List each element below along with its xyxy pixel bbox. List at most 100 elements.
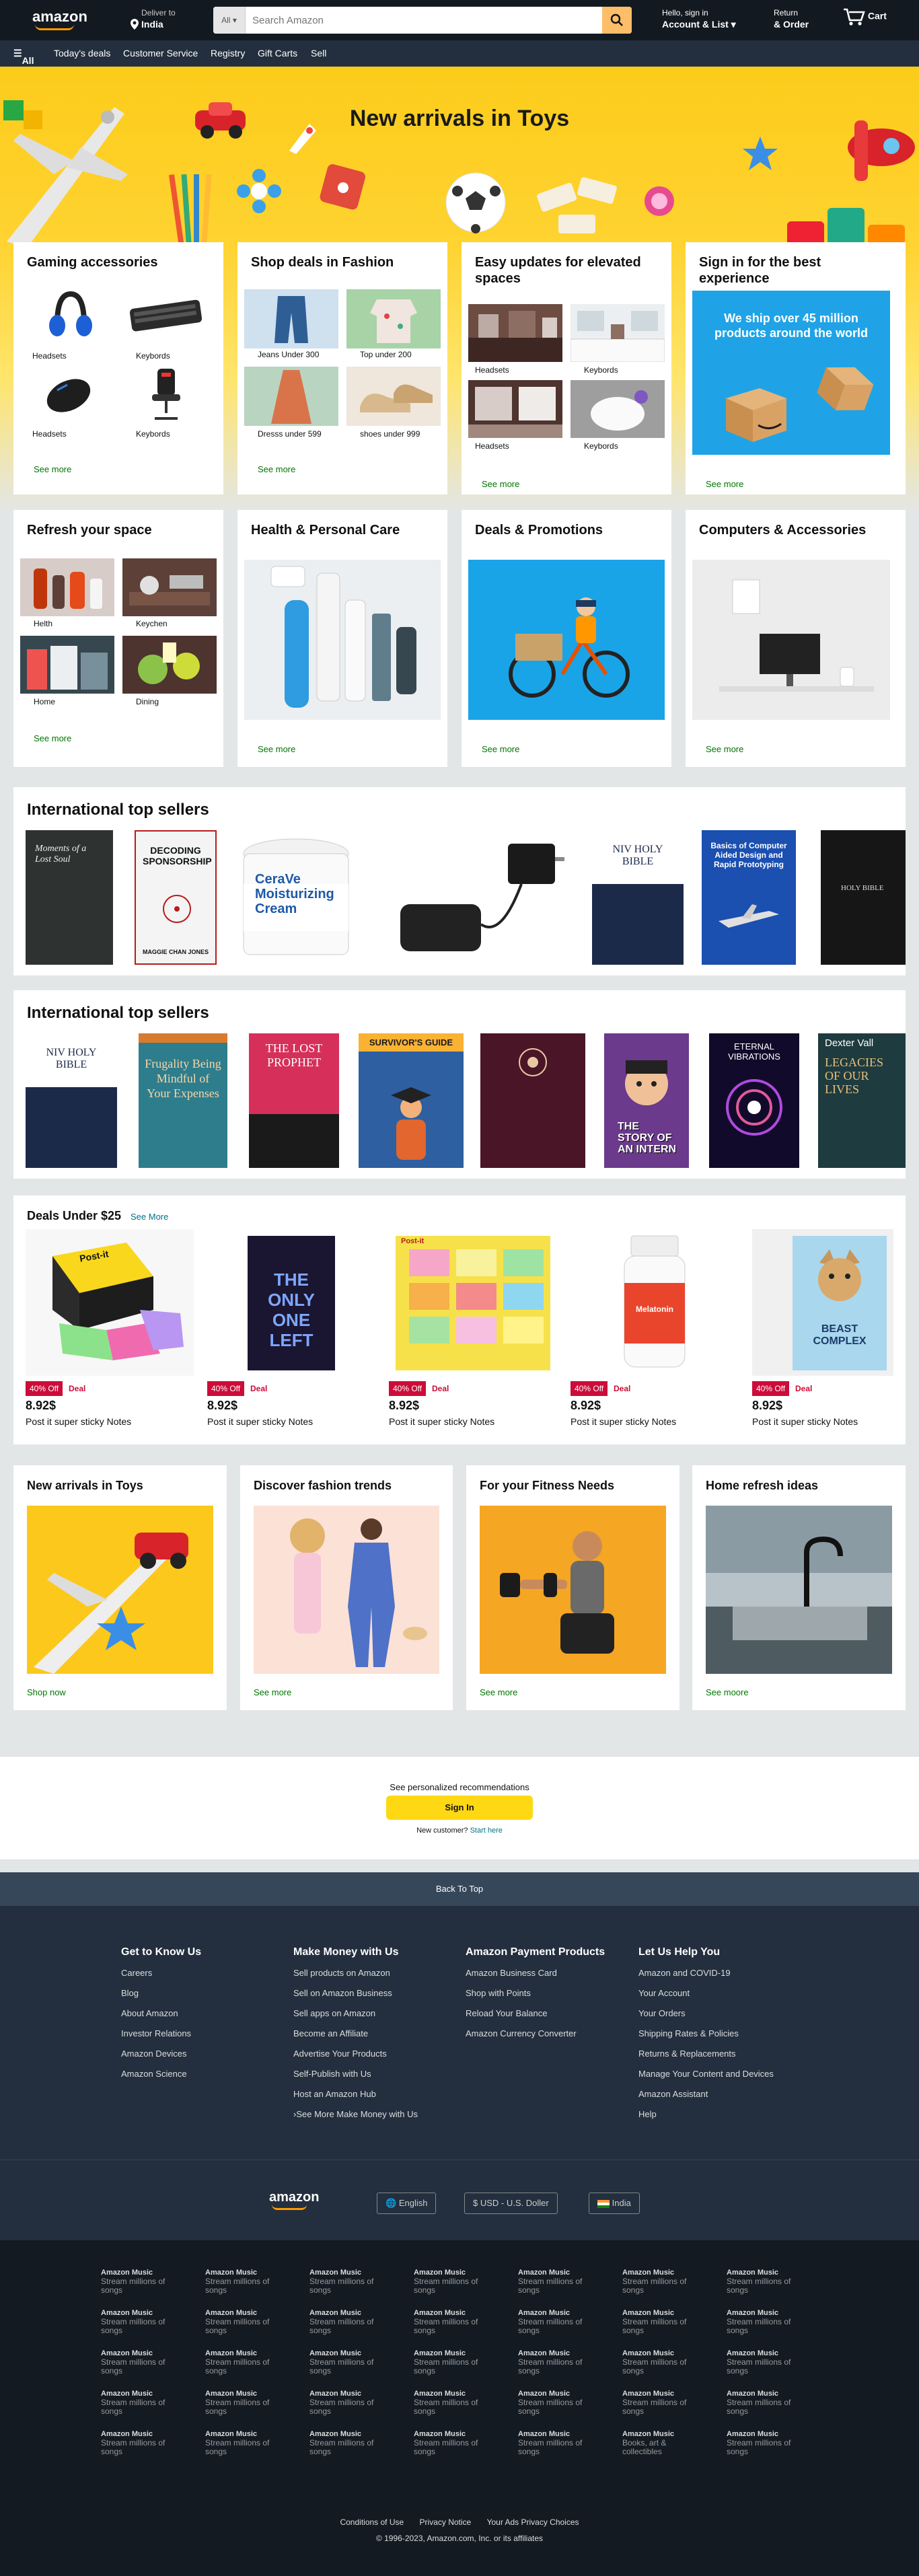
kitchen-tools-image[interactable]: [122, 558, 217, 616]
item-label[interactable]: Headsets: [32, 351, 67, 361]
fashion-image[interactable]: [254, 1506, 439, 1674]
item-label[interactable]: Keybords: [584, 365, 618, 375]
footer-service-item[interactable]: Amazon Music Stream millions of songs: [101, 2430, 182, 2456]
footer-link[interactable]: Your Account: [638, 1988, 774, 2008]
footer-service-item[interactable]: Amazon Music Stream millions of songs: [414, 2269, 494, 2295]
deal-name[interactable]: Post it super sticky Notes: [571, 1416, 676, 1427]
item-label[interactable]: Helth: [34, 619, 52, 628]
footer-link[interactable]: Your Orders: [638, 2008, 774, 2028]
footer-service-item[interactable]: Amazon Music Stream millions of songs: [309, 2309, 390, 2335]
footer-service-item[interactable]: Amazon Music Stream millions of songs: [101, 2309, 182, 2335]
headset-image[interactable]: [27, 284, 114, 344]
deal-name[interactable]: Post it super sticky Notes: [752, 1416, 858, 1427]
currency-button[interactable]: $ USD - U.S. Doller: [464, 2193, 558, 2214]
item-label[interactable]: Keybords: [584, 441, 618, 451]
health-image[interactable]: [20, 558, 114, 616]
account-menu[interactable]: Hello, sign in Account & List ▾: [662, 8, 736, 30]
footer-link[interactable]: Amazon Business Card: [466, 1968, 605, 1988]
jeans-image[interactable]: [244, 289, 338, 348]
footer-service-item[interactable]: Amazon Music Stream millions of songs: [101, 2390, 182, 2416]
footer-link[interactable]: Shop with Points: [466, 1988, 605, 2008]
item-label[interactable]: shoes under 999: [360, 429, 420, 439]
footer-service-item[interactable]: Amazon Music Stream millions of songs: [727, 2269, 807, 2295]
product-book[interactable]: DECODING SPONSORSHIP MAGGIE CHAN JONES: [135, 830, 217, 965]
footer-link[interactable]: Shipping Rates & Policies: [638, 2028, 774, 2049]
footer-service-item[interactable]: Amazon Music Stream millions of songs: [518, 2390, 599, 2416]
footer-service-item[interactable]: Amazon Music Stream millions of songs: [727, 2390, 807, 2416]
room-image[interactable]: [468, 304, 562, 362]
item-label[interactable]: Top under 200: [360, 350, 412, 359]
product-cerave[interactable]: CeraVe Moisturizing Cream: [239, 830, 353, 965]
product-book[interactable]: Frugality Being Mindful of Your Expenses: [139, 1033, 227, 1168]
footer-service-item[interactable]: Amazon Music Stream millions of songs: [205, 2269, 286, 2295]
deals-see-more-link[interactable]: See More: [131, 1212, 168, 1222]
item-label[interactable]: Headsets: [475, 441, 509, 451]
health-care-image[interactable]: [244, 560, 441, 720]
see-more-link[interactable]: See more: [258, 744, 295, 754]
footer-link[interactable]: Investor Relations: [121, 2028, 201, 2049]
shoes-image[interactable]: [346, 367, 441, 426]
product-book[interactable]: NIV HOLY BIBLE: [592, 830, 684, 965]
footer-service-item[interactable]: Amazon Music Stream millions of songs: [622, 2390, 703, 2416]
subnav-item[interactable]: Gift Carts: [258, 48, 297, 59]
dining-image[interactable]: [122, 636, 217, 694]
menu-all-button[interactable]: ☰ All: [13, 48, 34, 66]
legal-link[interactable]: Conditions of Use: [340, 2517, 404, 2527]
fitness-image[interactable]: [480, 1506, 666, 1674]
search-button[interactable]: [602, 7, 632, 34]
see-more-link[interactable]: See more: [482, 479, 519, 489]
footer-service-item[interactable]: Amazon Music Stream millions of songs: [309, 2390, 390, 2416]
product-book[interactable]: SURVIVOR'S GUIDE: [359, 1033, 464, 1168]
item-label[interactable]: Keychen: [136, 619, 168, 628]
item-label[interactable]: Home: [34, 697, 55, 706]
toys-image[interactable]: [27, 1506, 213, 1674]
see-more-link[interactable]: See more: [706, 479, 743, 489]
footer-service-item[interactable]: Amazon Music Stream millions of songs: [727, 2349, 807, 2376]
see-more-link[interactable]: See more: [34, 733, 71, 743]
footer-service-item[interactable]: Amazon Music Stream millions of songs: [414, 2430, 494, 2456]
amazon-logo[interactable]: amazon: [32, 8, 87, 26]
shop-now-link[interactable]: Shop now: [27, 1687, 66, 1697]
shipping-banner[interactable]: We ship over 45 million products around …: [692, 291, 890, 455]
footer-service-item[interactable]: Amazon Music Stream millions of songs: [205, 2349, 286, 2376]
footer-service-item[interactable]: Amazon Music Stream millions of songs: [414, 2349, 494, 2376]
returns-orders[interactable]: Return & Order: [774, 8, 809, 30]
footer-service-item[interactable]: Amazon Music Books, art & collectibles: [622, 2430, 703, 2456]
delivery-bike-image[interactable]: [468, 560, 665, 720]
living-image[interactable]: [468, 380, 562, 438]
kitchen-sink-image[interactable]: [706, 1506, 892, 1674]
keyboard-image[interactable]: [122, 284, 210, 344]
kitchen-image[interactable]: [571, 304, 665, 362]
footer-service-item[interactable]: Amazon Music Stream millions of songs: [622, 2269, 703, 2295]
footer-link[interactable]: Amazon Currency Converter: [466, 2028, 605, 2049]
footer-service-item[interactable]: Amazon Music Stream millions of songs: [518, 2269, 599, 2295]
footer-link[interactable]: Become an Affiliate: [293, 2028, 418, 2049]
footer-service-item[interactable]: Amazon Music Stream millions of songs: [727, 2309, 807, 2335]
search-category-select[interactable]: All ▾: [213, 7, 246, 34]
footer-link[interactable]: Amazon Devices: [121, 2049, 201, 2069]
footer-service-item[interactable]: Amazon Music Stream millions of songs: [414, 2309, 494, 2335]
computer-desk-image[interactable]: [692, 560, 890, 720]
footer-service-item[interactable]: Amazon Music Stream millions of songs: [518, 2309, 599, 2335]
footer-link[interactable]: Help: [638, 2109, 774, 2129]
footer-service-item[interactable]: Amazon Music Stream millions of songs: [205, 2390, 286, 2416]
chair-image[interactable]: [122, 363, 210, 424]
item-label[interactable]: Jeans Under 300: [258, 350, 319, 359]
footer-service-item[interactable]: Amazon Music Stream millions of songs: [101, 2349, 182, 2376]
footer-link[interactable]: Reload Your Balance: [466, 2008, 605, 2028]
subnav-item[interactable]: Today's deals: [54, 48, 110, 59]
legal-link[interactable]: Privacy Notice: [420, 2517, 472, 2527]
footer-link[interactable]: Self-Publish with Us: [293, 2069, 418, 2089]
footer-link[interactable]: ›See More Make Money with Us: [293, 2109, 418, 2129]
footer-link[interactable]: Host an Amazon Hub: [293, 2089, 418, 2109]
footer-link[interactable]: Returns & Replacements: [638, 2049, 774, 2069]
product-book[interactable]: [480, 1033, 585, 1168]
decor-image[interactable]: [571, 380, 665, 438]
deal-name[interactable]: Post it super sticky Notes: [26, 1416, 131, 1427]
footer-service-item[interactable]: Amazon Music Stream millions of songs: [309, 2349, 390, 2376]
deal-name[interactable]: Post it super sticky Notes: [389, 1416, 494, 1427]
footer-service-item[interactable]: Amazon Music Stream millions of songs: [518, 2349, 599, 2376]
footer-link[interactable]: Sell apps on Amazon: [293, 2008, 418, 2028]
search-input[interactable]: [248, 7, 598, 34]
footer-link[interactable]: Advertise Your Products: [293, 2049, 418, 2069]
